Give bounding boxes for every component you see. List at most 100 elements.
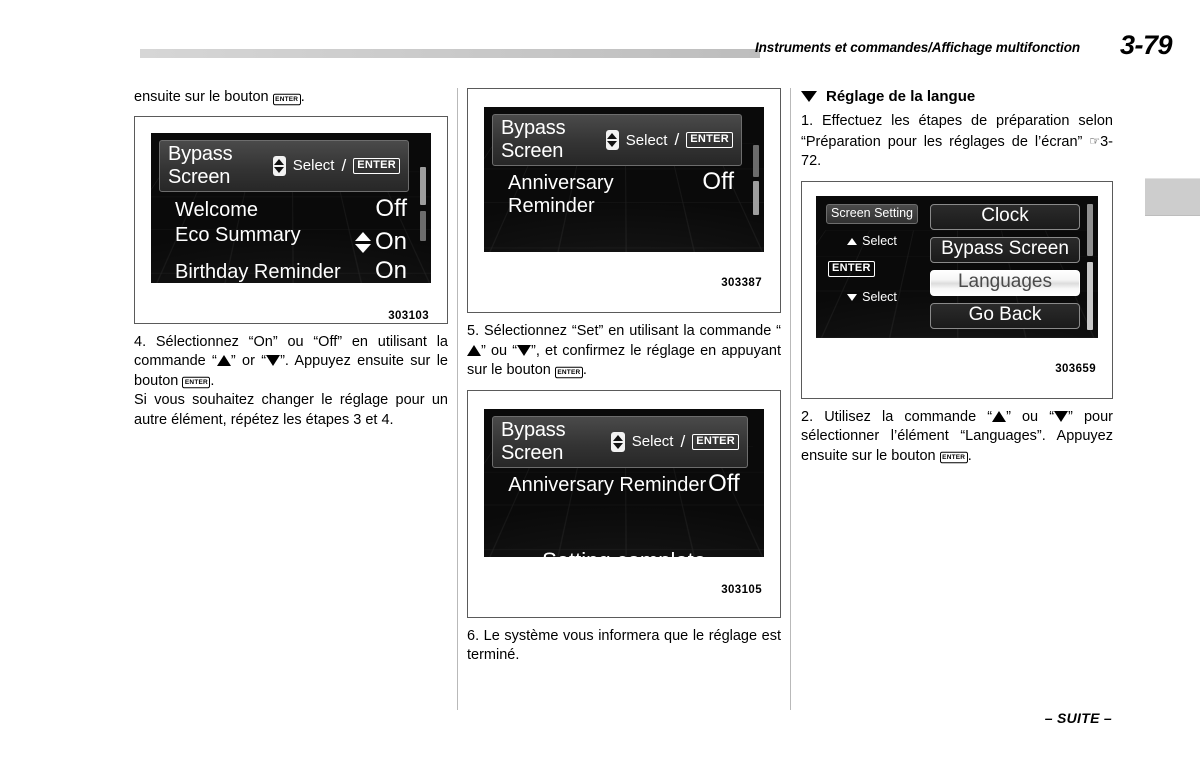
up-arrow-icon	[216, 355, 231, 366]
mfd-screen-bypass-list: Bypass Screen Select / ENTER Welcome Off…	[151, 132, 431, 283]
down-arrow-icon	[847, 293, 858, 301]
menu-item-bypass-screen[interactable]: Bypass Screen	[930, 236, 1080, 263]
list-item[interactable]: Birthday Reminder On	[159, 257, 423, 283]
step4-text-d: .	[210, 372, 215, 389]
figure-303105: Bypass Screen Select / ENTER Anniversary…	[467, 389, 781, 618]
mfd-title-label: Bypass Screen	[168, 142, 233, 188]
col3-step-2: 2. Utilisez la commande “” ou “” pour sé…	[801, 408, 1113, 467]
step2-text-b: ” ou “	[1006, 408, 1055, 425]
mfd-slash: /	[680, 431, 686, 451]
header-title: Instruments et commandes/Affichage multi…	[755, 40, 1080, 55]
mfd-slash: /	[341, 155, 347, 175]
header-rule	[140, 49, 760, 58]
manual-page: Instruments et commandes/Affichage multi…	[0, 0, 1200, 763]
step5-text-d: .	[582, 362, 587, 378]
column-3: Réglage de la langue 1. Effectuez les ét…	[801, 88, 1113, 466]
col3-step-1: 1. Effectuez les étapes de préparation s…	[801, 112, 1113, 172]
col1-intro-period: .	[300, 89, 305, 105]
list-item-label: Welcome	[175, 198, 258, 221]
up-arrow-icon	[992, 410, 1007, 422]
column-divider-2	[790, 88, 791, 710]
scrollbar-thumb[interactable]	[1087, 261, 1093, 330]
mfd-titlebar: Bypass Screen Select / ENTER	[159, 139, 409, 192]
up-down-arrows-icon	[611, 431, 625, 452]
section-heading: Réglage de la langue	[801, 88, 1113, 105]
scrollbar[interactable]	[1087, 203, 1093, 330]
list-item-value: Off	[708, 469, 740, 497]
section-heading-label: Réglage de la langue	[826, 88, 976, 105]
scrollbar-thumb[interactable]	[1087, 203, 1093, 256]
col1-intro-paragraph: ensuite sur le bouton ENTER.	[134, 88, 448, 108]
scrollbar[interactable]	[420, 166, 426, 277]
triangle-down-icon	[801, 91, 817, 102]
scrollbar-thumb[interactable]	[753, 181, 759, 215]
list-item[interactable]: Welcome Off	[159, 195, 423, 223]
mfd-slash: /	[674, 130, 680, 149]
step1-text-a: 1. Effectuez les étapes de préparation s…	[801, 113, 1113, 150]
figure-code: 303105	[721, 583, 762, 596]
mfd-screen-setting-complete: Bypass Screen Select / ENTER Anniversary…	[484, 408, 764, 557]
enter-icon: ENTER	[182, 376, 211, 389]
up-down-arrows-icon	[354, 231, 371, 253]
mfd-title-label: Bypass Screen	[501, 117, 566, 162]
col1-step-4-note: Si vous souhaitez changer le réglage pou…	[134, 392, 448, 428]
select-up-key[interactable]: Select	[826, 232, 918, 252]
col2-step-5: 5. Sélectionnez “Set” en utilisant la co…	[467, 322, 781, 381]
list-item-value: On	[374, 257, 407, 283]
select-down-label: Select	[862, 290, 897, 304]
mfd-content: Screen Setting Select ENTER Select Clock…	[826, 203, 1090, 329]
page-header: Instruments et commandes/Affichage multi…	[0, 30, 1200, 74]
scrollbar-thumb[interactable]	[420, 210, 426, 241]
menu-item-languages[interactable]: Languages	[930, 269, 1080, 296]
figure-303659: Screen Setting Select ENTER Select Clock…	[801, 180, 1113, 399]
list-item-value: Off	[375, 194, 407, 222]
list-item-label: Birthday Reminder	[175, 261, 341, 283]
enter-icon: ENTER	[353, 157, 400, 174]
list-item-label: Anniversary Reminder	[508, 172, 614, 217]
menu-item-go-back[interactable]: Go Back	[930, 302, 1080, 329]
list-item[interactable]: Eco Summary On	[159, 224, 423, 257]
select-up-label: Select	[862, 234, 897, 248]
enter-icon: ENTER	[554, 366, 583, 378]
down-arrow-icon	[517, 344, 532, 356]
status-message: Setting complete	[492, 548, 756, 557]
mfd-select-label: Select	[631, 433, 674, 450]
menu-item-clock[interactable]: Clock	[930, 203, 1080, 230]
scrollbar-thumb[interactable]	[753, 145, 759, 177]
list-item-label: Anniversary Reminder	[508, 473, 707, 496]
step5-text-a: 5. Sélectionnez “Set” en utilisant la co…	[467, 323, 781, 339]
column-2: Bypass Screen Select / ENTER Anniversary…	[467, 88, 781, 666]
list-item[interactable]: Anniversary Reminder Off	[492, 168, 756, 218]
column-1: ensuite sur le bouton ENTER. Bypass Scre…	[134, 88, 448, 430]
mfd-title-label: Bypass Screen	[501, 418, 566, 464]
enter-icon: ENTER	[272, 93, 301, 105]
enter-icon: ENTER	[828, 261, 875, 277]
chapter-edge-tab	[1145, 178, 1200, 216]
scrollbar-thumb[interactable]	[420, 166, 426, 205]
up-arrow-icon	[467, 344, 481, 356]
list-item-label: Eco Summary	[175, 223, 301, 246]
mfd-select-label: Select	[625, 131, 668, 149]
figure-code: 303103	[388, 309, 429, 322]
page-number: 3-79	[1119, 30, 1173, 60]
up-down-arrows-icon	[273, 155, 286, 176]
figure-code: 303659	[1055, 362, 1096, 375]
mfd-select-label: Select	[292, 157, 335, 174]
mfd-screen-setting-menu: Screen Setting Select ENTER Select Clock…	[816, 195, 1098, 338]
down-arrow-icon	[1054, 410, 1069, 422]
col1-step-4: 4. Sélectionnez “On” ou “Off” en utilisa…	[134, 333, 448, 392]
scrollbar[interactable]	[753, 141, 759, 246]
enter-key[interactable]: ENTER	[826, 260, 918, 280]
enter-icon: ENTER	[692, 433, 739, 450]
mfd-titlebar: Bypass Screen Select / ENTER	[492, 114, 742, 166]
col2-step-6: 6. Le système vous informera que le régl…	[467, 627, 781, 664]
select-down-key[interactable]: Select	[826, 288, 918, 308]
enter-icon: ENTER	[686, 132, 733, 148]
figure-303103: Bypass Screen Select / ENTER Welcome Off…	[134, 115, 448, 324]
step4-text-b: ” or “	[230, 353, 267, 369]
mfd-screen-anniversary-set: Bypass Screen Select / ENTER Anniversary…	[484, 107, 764, 252]
step2-text-a: 2. Utilisez la commande “	[801, 408, 993, 425]
mfd-content: Bypass Screen Select / ENTER Welcome Off…	[159, 139, 423, 283]
list-item-value: On	[374, 228, 407, 255]
panel-title: Screen Setting	[826, 203, 918, 224]
